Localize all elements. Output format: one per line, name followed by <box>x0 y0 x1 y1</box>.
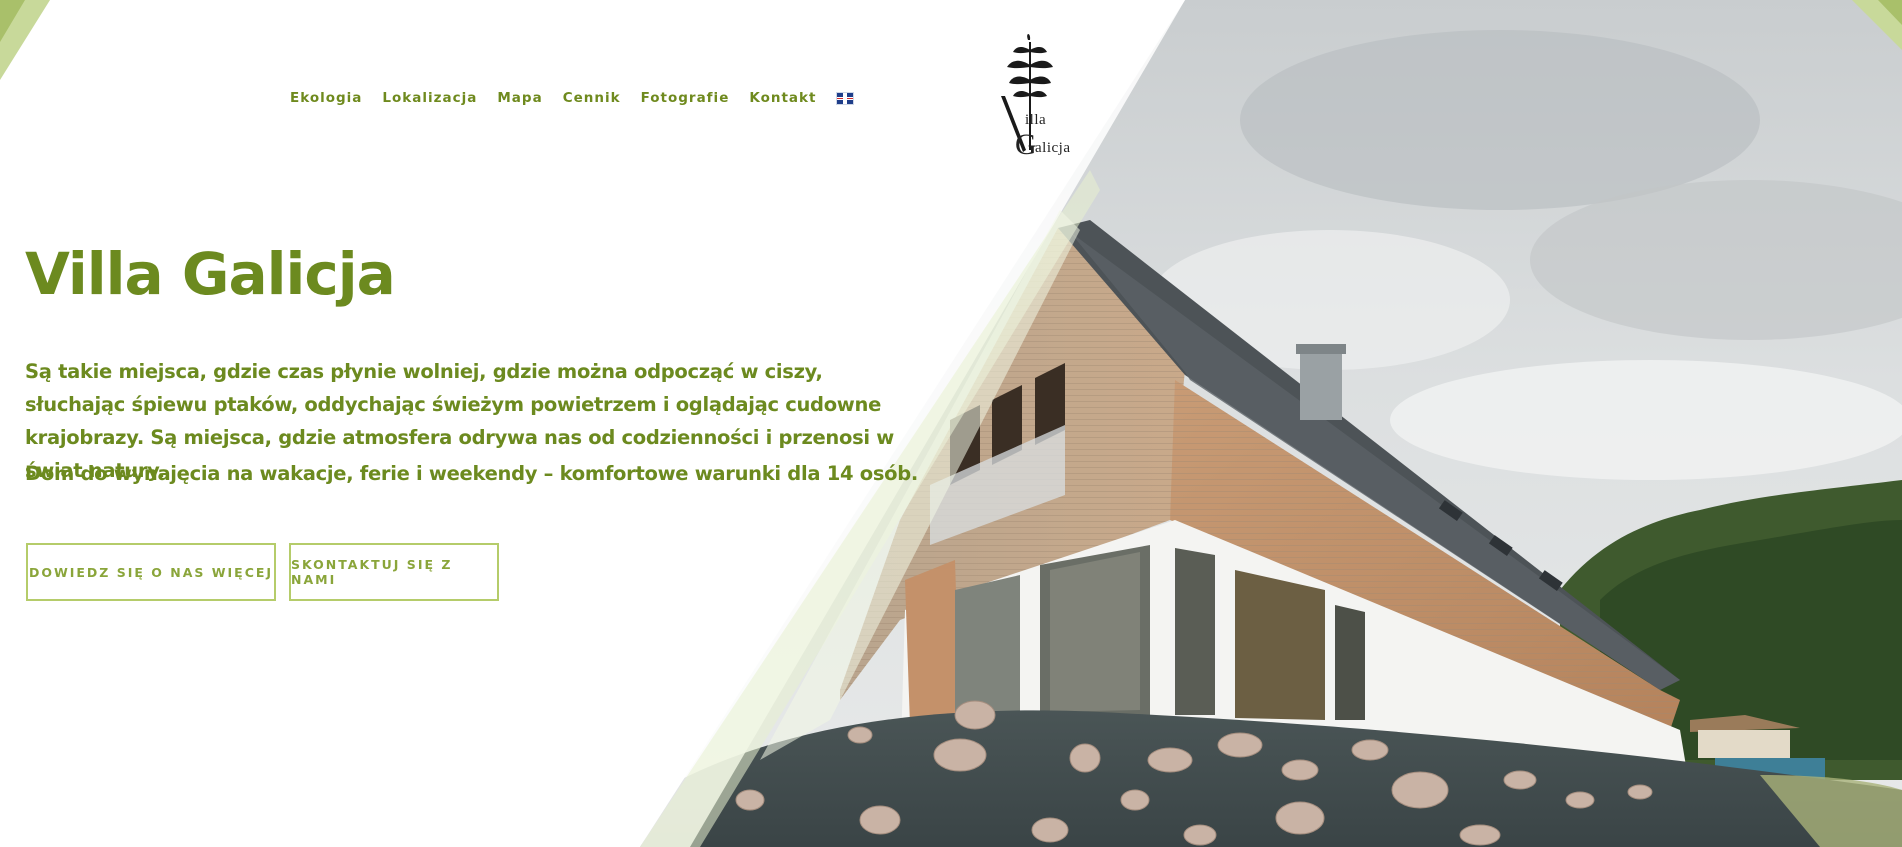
uk-flag-icon[interactable] <box>836 91 855 105</box>
logo-text-galicja: alicja <box>1035 140 1071 156</box>
nav-item-kontakt[interactable]: Kontakt <box>749 90 816 106</box>
hero-subtitle: Dom do wynajęcia na wakacje, ferie i wee… <box>25 462 918 485</box>
logo-initial-g: G <box>1015 128 1038 161</box>
nav-item-cennik[interactable]: Cennik <box>563 90 621 106</box>
nav-item-mapa[interactable]: Mapa <box>497 90 542 106</box>
hero-title: Villa Galicja <box>25 240 396 308</box>
main-navigation: Ekologia Lokalizacja Mapa Cennik Fotogra… <box>290 88 855 108</box>
site-logo[interactable]: illa G alicja <box>995 30 1095 165</box>
learn-more-button[interactable]: DOWIEDZ SIĘ O NAS WIĘCEJ <box>26 543 276 601</box>
nav-item-ekologia[interactable]: Ekologia <box>290 90 362 106</box>
nav-item-lokalizacja[interactable]: Lokalizacja <box>382 90 477 106</box>
nav-item-fotografie[interactable]: Fotografie <box>641 90 730 106</box>
logo-text-villa: illa <box>1025 112 1047 128</box>
contact-us-button[interactable]: SKONTAKTUJ SIĘ Z NAMI <box>289 543 499 601</box>
